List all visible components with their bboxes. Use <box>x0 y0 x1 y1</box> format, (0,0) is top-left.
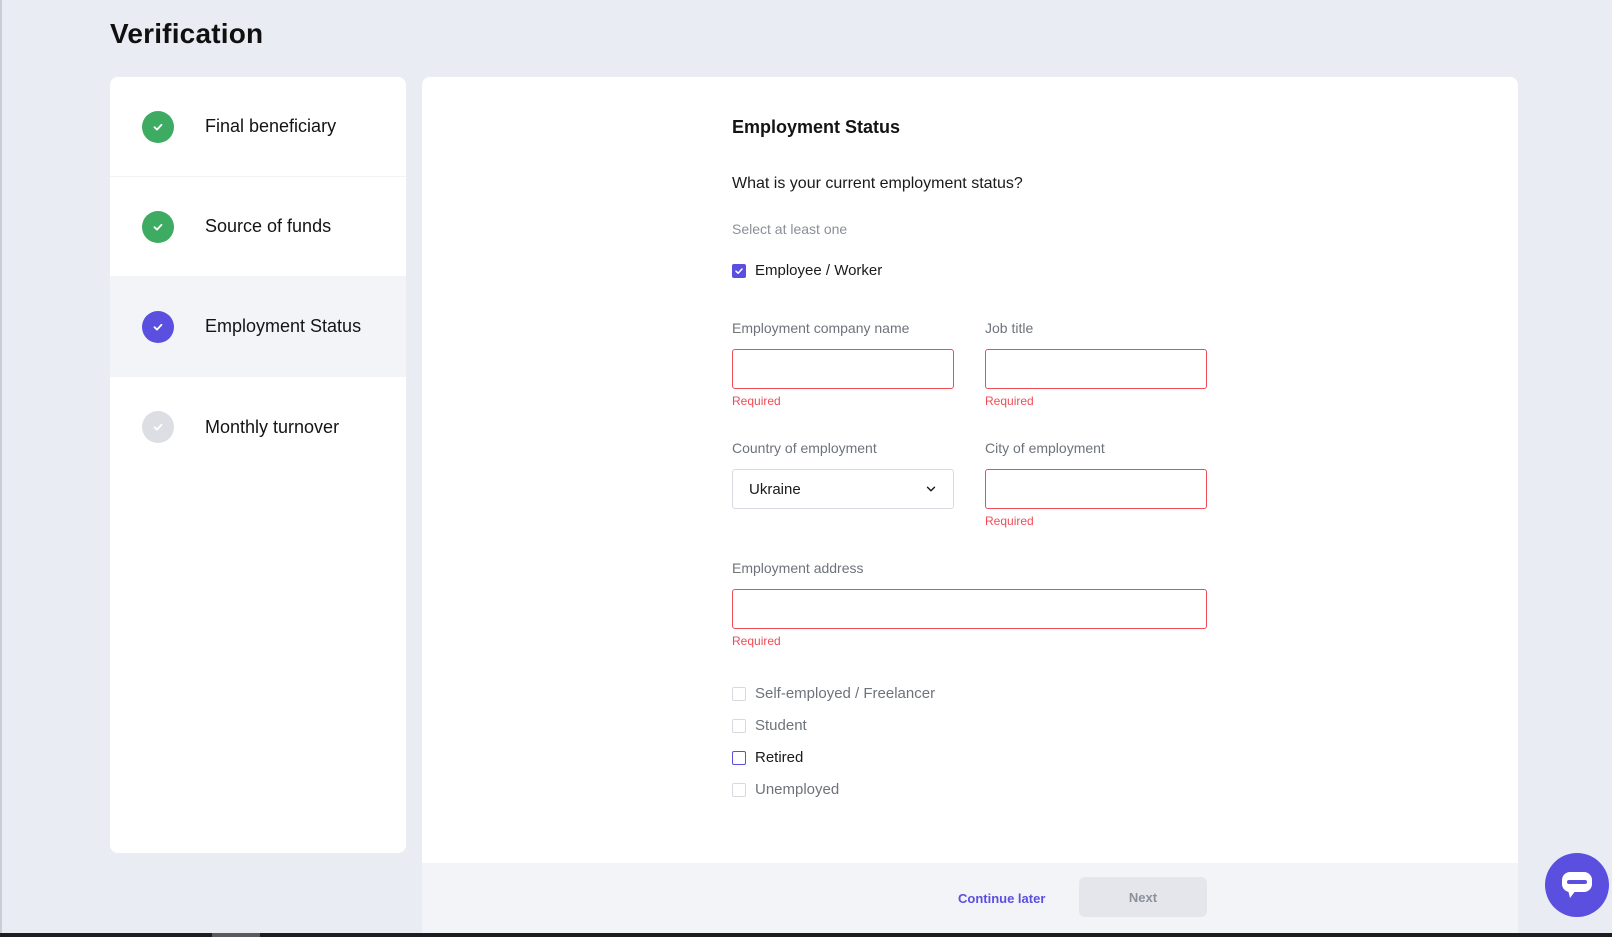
step-label: Final beneficiary <box>205 116 337 136</box>
option-employee-worker[interactable]: Employee / Worker <box>732 262 882 279</box>
check-icon <box>142 110 174 143</box>
option-student[interactable]: Student <box>732 717 807 734</box>
continue-later-link[interactable]: Continue later <box>958 891 1045 906</box>
country-label: Country of employment <box>732 440 877 456</box>
chat-launcher-button[interactable] <box>1545 853 1609 917</box>
option-label: Student <box>755 717 807 734</box>
window-edge <box>0 0 2 937</box>
form-footer: Continue later Next <box>422 863 1518 937</box>
city-input[interactable] <box>985 469 1207 509</box>
company-name-error: Required <box>732 394 781 408</box>
check-icon <box>142 310 174 343</box>
job-title-input[interactable] <box>985 349 1207 389</box>
checkbox-unchecked[interactable] <box>732 686 746 701</box>
option-label: Unemployed <box>755 781 840 798</box>
checkbox-unchecked[interactable] <box>732 750 746 765</box>
step-label: Monthly turnover <box>205 416 340 437</box>
chevron-down-icon <box>926 486 936 492</box>
check-icon <box>735 267 743 274</box>
country-select[interactable]: Ukraine <box>732 469 954 509</box>
company-name-label: Employment company name <box>732 320 910 336</box>
question-text: What is your current employment status? <box>732 175 1023 192</box>
step-source-of-funds[interactable]: Source of funds <box>110 177 406 277</box>
option-label: Retired <box>755 749 804 766</box>
step-monthly-turnover[interactable]: Monthly turnover <box>110 377 406 477</box>
option-retired[interactable]: Retired <box>732 749 803 766</box>
option-self-employed[interactable]: Self-employed / Freelancer <box>732 685 935 702</box>
job-title-label: Job title <box>985 320 1034 336</box>
check-icon <box>142 210 174 243</box>
option-unemployed[interactable]: Unemployed <box>732 781 839 798</box>
section-title: Employment Status <box>732 117 901 137</box>
taskbar-segment <box>212 933 260 937</box>
city-label: City of employment <box>985 440 1105 456</box>
step-label: Employment Status <box>205 316 362 336</box>
country-value: Ukraine <box>749 480 801 498</box>
step-final-beneficiary[interactable]: Final beneficiary <box>110 77 406 177</box>
address-input[interactable] <box>732 589 1207 629</box>
company-name-input[interactable] <box>732 349 954 389</box>
checkbox-checked[interactable] <box>732 263 746 278</box>
hint-text: Select at least one <box>732 221 848 237</box>
address-label: Employment address <box>732 560 864 576</box>
job-title-error: Required <box>985 394 1034 408</box>
option-label: Employee / Worker <box>755 262 883 279</box>
verification-stepper: Final beneficiary Source of funds Employ… <box>110 77 406 853</box>
step-employment-status[interactable]: Employment Status <box>110 277 406 377</box>
main-panel: Employment Status What is your current e… <box>422 77 1518 937</box>
page-title: Verification <box>110 18 264 49</box>
checkbox-unchecked[interactable] <box>732 782 746 797</box>
chat-bubble-icon <box>1562 872 1592 898</box>
option-label: Self-employed / Freelancer <box>755 685 936 702</box>
next-button[interactable]: Next <box>1079 877 1207 917</box>
step-label: Source of funds <box>205 216 332 236</box>
check-icon <box>142 411 174 443</box>
city-error: Required <box>985 514 1034 528</box>
address-error: Required <box>732 634 781 648</box>
taskbar-strip <box>0 933 1612 937</box>
checkbox-unchecked[interactable] <box>732 718 746 733</box>
